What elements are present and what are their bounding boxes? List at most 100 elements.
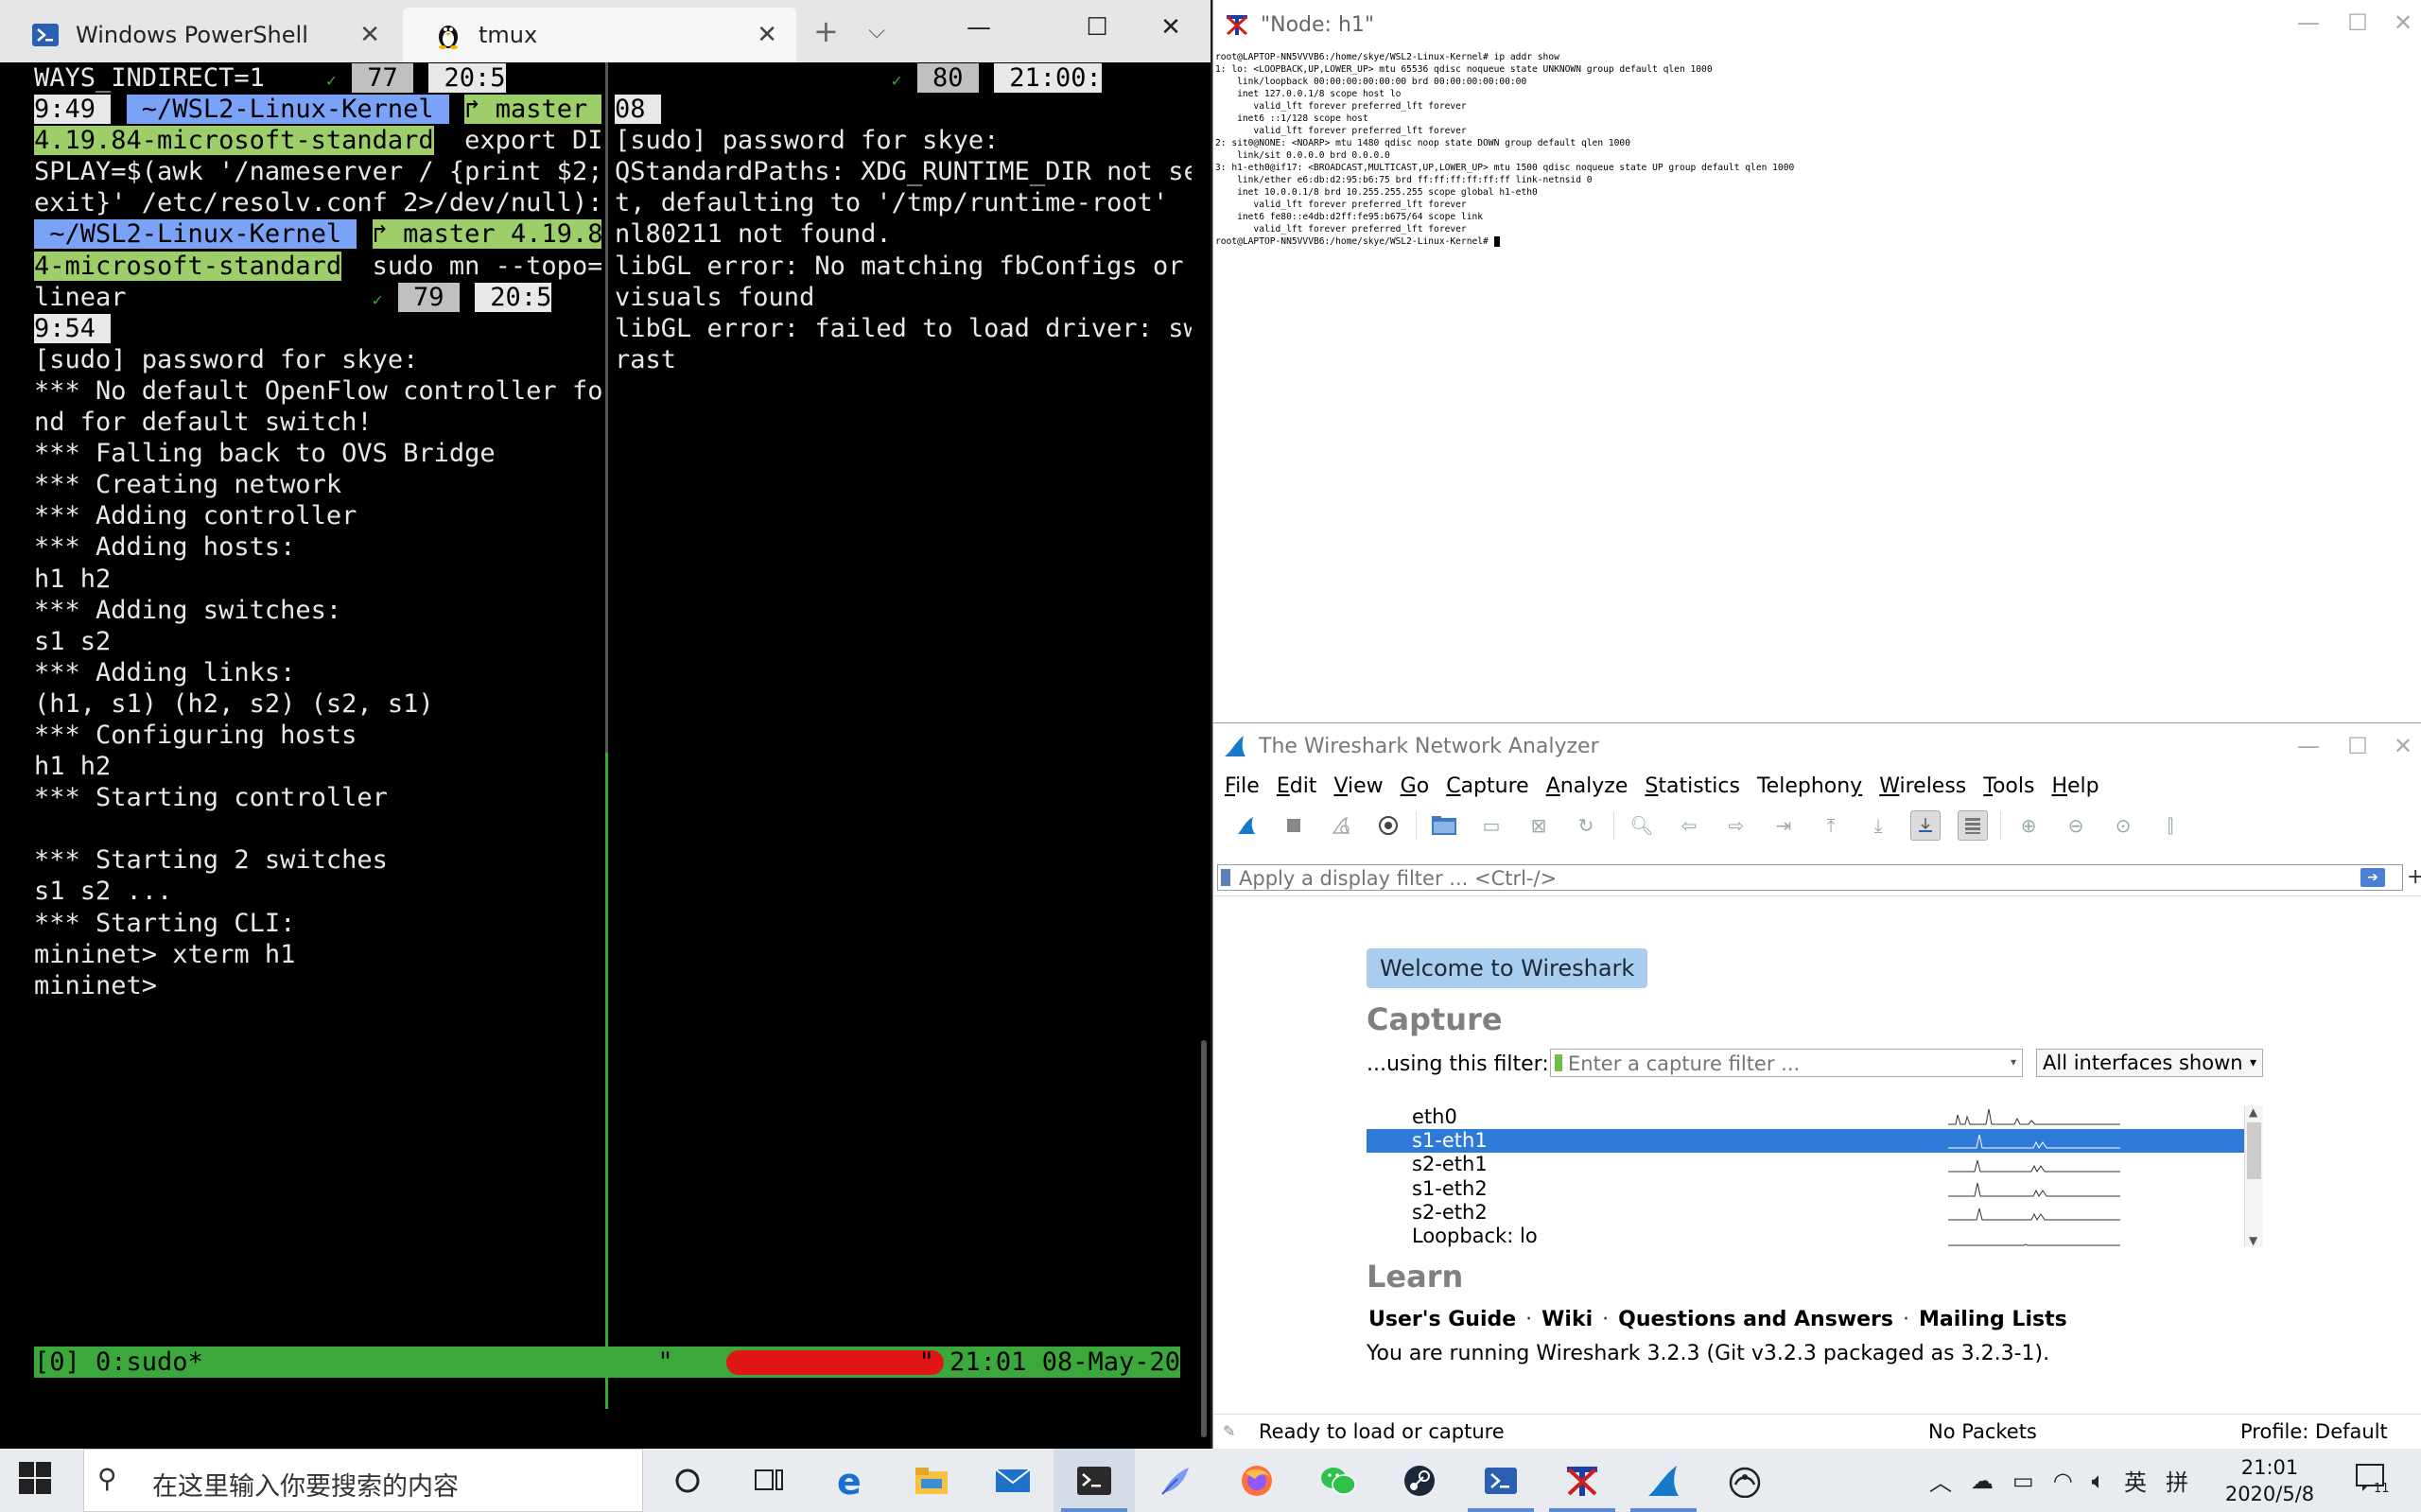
reload-file-icon[interactable]: ↻: [1571, 810, 1601, 841]
learn-link[interactable]: Wiki: [1541, 1308, 1593, 1331]
tmux-pane-right[interactable]: ✓ 80 21:00: 08 [sudo] password for skye: Q…: [615, 62, 1192, 1405]
taskbar-clock[interactable]: 21:01 2020/5/8: [2218, 1454, 2322, 1507]
steam-icon[interactable]: [1379, 1449, 1460, 1512]
previous-packet-icon[interactable]: ⇦: [1674, 810, 1704, 841]
learn-link[interactable]: Questions and Answers: [1618, 1308, 1893, 1331]
terminal-body[interactable]: WAYS_INDIRECT=1 ✓ 77 20:5 9:49 ~/WSL2-Lin…: [0, 62, 1210, 1449]
go-to-packet-icon[interactable]: ⇥: [1768, 810, 1799, 841]
interface-list-scrollbar[interactable]: ▲ ▼: [2244, 1105, 2263, 1247]
capture-options-icon[interactable]: [1373, 810, 1403, 841]
menu-analyze[interactable]: Analyze: [1546, 774, 1629, 798]
close-file-icon[interactable]: ⊠: [1524, 810, 1554, 841]
menu-file[interactable]: File: [1225, 774, 1260, 798]
tmux-window-list[interactable]: [0] 0:sudo*: [34, 1347, 203, 1378]
close-icon[interactable]: ✕: [757, 21, 777, 49]
restart-capture-icon[interactable]: [1326, 810, 1356, 841]
normal-size-icon[interactable]: ⊙: [2108, 810, 2138, 841]
menu-view[interactable]: View: [1333, 774, 1383, 798]
bookmark-icon[interactable]: [1221, 869, 1230, 886]
interface-row[interactable]: s1-eth1: [1367, 1129, 2244, 1154]
xterm-title-bar[interactable]: "Node: h1" — ☐ ✕: [1213, 0, 2421, 49]
taskbar-search[interactable]: ⚲ 在这里输入你要搜索的内容: [83, 1449, 643, 1512]
interface-row[interactable]: eth0: [1367, 1105, 2244, 1129]
chevron-up-icon[interactable]: ︿: [1929, 1464, 1952, 1497]
start-capture-icon[interactable]: [1231, 810, 1262, 841]
minimize-icon[interactable]: —: [2291, 9, 2325, 36]
wireshark-title-bar[interactable]: The Wireshark Network Analyzer — ☐ ✕: [1213, 723, 2421, 769]
scroll-thumb[interactable]: [2247, 1122, 2261, 1179]
menu-statistics[interactable]: Statistics: [1645, 774, 1740, 798]
chevron-down-icon[interactable]: ▾: [2011, 1055, 2016, 1069]
menu-wireless[interactable]: Wireless: [1879, 774, 1966, 798]
status-profile[interactable]: Profile: Default: [2240, 1420, 2388, 1443]
zoom-in-icon[interactable]: ⊕: [2013, 810, 2044, 841]
volume-icon[interactable]: 🔈︎: [2092, 1468, 2105, 1494]
learn-link[interactable]: Mailing Lists: [1919, 1308, 2067, 1331]
capture-filter-field[interactable]: ▾: [1550, 1049, 2023, 1077]
minimize-icon[interactable]: —: [2291, 733, 2325, 759]
onedrive-cloud-icon[interactable]: ☁: [1971, 1468, 1994, 1494]
terminal-scrollbar[interactable]: [1201, 1040, 1207, 1437]
add-filter-button-icon[interactable]: +: [2407, 865, 2421, 889]
xterm-icon[interactable]: [1541, 1449, 1623, 1512]
close-window-icon[interactable]: ✕: [2386, 9, 2420, 36]
save-file-icon[interactable]: ▭: [1476, 810, 1507, 841]
interface-row[interactable]: s2-eth1: [1367, 1153, 2244, 1176]
close-window-icon[interactable]: ✕: [2386, 733, 2420, 759]
close-icon[interactable]: ✕: [359, 21, 380, 49]
new-tab-icon[interactable]: +: [813, 13, 839, 49]
stop-capture-icon[interactable]: [1279, 810, 1309, 841]
chevron-down-icon[interactable]: ⌵: [868, 17, 885, 43]
cortana-icon[interactable]: [647, 1449, 728, 1512]
last-packet-icon[interactable]: ⤓: [1863, 810, 1893, 841]
task-view-icon[interactable]: [728, 1449, 810, 1512]
menu-telephony[interactable]: Telephony: [1757, 774, 1862, 798]
xterm-terminal-body[interactable]: root@LAPTOP-NN5VVVB6:/home/skye/WSL2-Lin…: [1215, 51, 2416, 713]
maximize-icon[interactable]: ☐: [2341, 9, 2375, 36]
colorize-icon[interactable]: [1958, 810, 1988, 841]
minimize-icon[interactable]: —: [960, 13, 998, 42]
edge-icon[interactable]: e: [810, 1449, 891, 1512]
zoom-out-icon[interactable]: ⊖: [2061, 810, 2091, 841]
battery-icon[interactable]: ▭: [2012, 1468, 2034, 1494]
bookmark-icon[interactable]: [1555, 1054, 1562, 1071]
resize-columns-icon[interactable]: ⫿: [2155, 810, 2186, 841]
wechat-icon[interactable]: [1298, 1449, 1379, 1512]
menu-tools[interactable]: Tools: [1983, 774, 2034, 798]
notification-center-icon[interactable]: 11: [2355, 1462, 2393, 1500]
tmux-pane-left[interactable]: WAYS_INDIRECT=1 ✓ 77 20:5 9:49 ~/WSL2-Lin…: [34, 62, 601, 1405]
display-filter-input[interactable]: [1239, 867, 2317, 890]
first-packet-icon[interactable]: ⤒: [1816, 810, 1846, 841]
tab-powershell[interactable]: Windows PowerShell ✕: [0, 8, 399, 62]
powershell-icon[interactable]: [1460, 1449, 1541, 1512]
close-window-icon[interactable]: ✕: [1152, 13, 1190, 42]
capture-filter-input[interactable]: [1568, 1052, 2003, 1075]
scroll-up-icon[interactable]: ▲: [2249, 1105, 2257, 1119]
maximize-icon[interactable]: ☐: [1078, 13, 1116, 42]
mail-icon[interactable]: [972, 1449, 1054, 1512]
open-file-icon[interactable]: [1429, 810, 1459, 841]
windows-start-icon[interactable]: [19, 1462, 57, 1500]
cloud-drive-icon[interactable]: [1704, 1449, 1785, 1512]
ime-language[interactable]: 英: [2124, 1464, 2147, 1497]
firefox-icon[interactable]: [1216, 1449, 1298, 1512]
interface-row[interactable]: s2-eth2: [1367, 1201, 2244, 1225]
interface-row[interactable]: s1-eth2: [1367, 1177, 2244, 1201]
menu-capture[interactable]: Capture: [1446, 774, 1529, 798]
tab-tmux[interactable]: tmux ✕: [403, 8, 796, 62]
menu-go[interactable]: Go: [1401, 774, 1430, 798]
interfaces-select[interactable]: All interfaces shown ▾: [2036, 1049, 2263, 1077]
expert-info-icon[interactable]: ✎: [1223, 1422, 1235, 1440]
ime-mode[interactable]: 拼: [2166, 1464, 2188, 1497]
scroll-down-icon[interactable]: ▼: [2249, 1234, 2257, 1247]
menu-edit[interactable]: Edit: [1277, 774, 1317, 798]
menu-help[interactable]: Help: [2051, 774, 2099, 798]
maximize-icon[interactable]: ☐: [2341, 733, 2375, 759]
wireshark-icon[interactable]: [1623, 1449, 1704, 1512]
find-packet-icon[interactable]: 🔍︎: [1627, 810, 1657, 841]
feather-app-icon[interactable]: [1135, 1449, 1216, 1512]
file-explorer-icon[interactable]: [891, 1449, 972, 1512]
autoscroll-icon[interactable]: [1910, 810, 1941, 841]
network-wifi-icon[interactable]: ◠: [2053, 1468, 2073, 1494]
apply-filter-icon[interactable]: ➔: [2360, 868, 2385, 887]
